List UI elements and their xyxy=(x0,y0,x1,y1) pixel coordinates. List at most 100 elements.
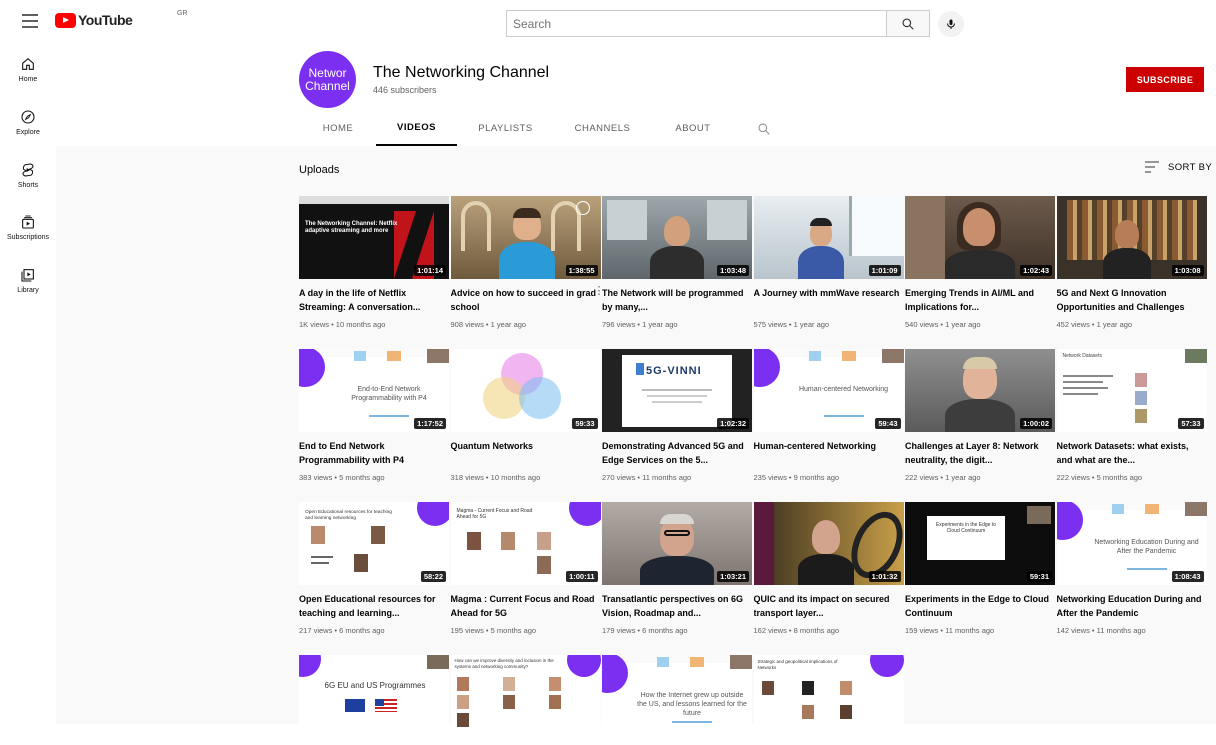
video-metadata: 217 views • 6 months ago xyxy=(299,626,385,635)
video-metadata: 235 views • 9 months ago xyxy=(753,473,840,482)
video-card[interactable]: Network Datasets 57:33 Network Datasets: w… xyxy=(1056,349,1207,489)
sidebar-item-library[interactable]: Library xyxy=(0,267,56,294)
search-bar xyxy=(506,10,930,37)
video-title[interactable]: Advice on how to succeed in grad school xyxy=(451,286,597,314)
video-title[interactable]: Experiments in the Edge to Cloud Continu… xyxy=(905,592,1051,620)
video-title[interactable]: End to End Network Programmability with … xyxy=(299,439,445,467)
video-thumbnail[interactable]: How can we improve diversity and inclusi… xyxy=(450,655,601,738)
video-title[interactable]: Quantum Networks xyxy=(451,439,597,453)
video-card[interactable]: The Networking Channel: Netflix adaptive… xyxy=(299,196,449,336)
video-duration: 59:31 xyxy=(1026,571,1052,582)
video-card[interactable]: 1:00:02 Challenges at Layer 8: Network ne… xyxy=(905,349,1055,489)
video-thumbnail[interactable]: Magma - Current Focus and Road Ahead for… xyxy=(450,502,601,585)
video-card[interactable]: 1:01:09 A Journey with mmWave research 575… xyxy=(753,196,904,336)
search-input[interactable] xyxy=(506,10,886,37)
thumb-caption: Human-centered Networking xyxy=(798,386,889,393)
video-thumbnail[interactable]: The Networking Channel: Netflix adaptive… xyxy=(299,196,449,279)
video-thumbnail[interactable]: 1:38:55 xyxy=(450,196,601,279)
video-title[interactable]: Challenges at Layer 8: Network neutralit… xyxy=(905,439,1051,467)
video-card[interactable]: 1:38:55 Advice on how to succeed in grad … xyxy=(450,196,605,336)
video-title[interactable]: Emerging Trends in AI/ML and Implication… xyxy=(905,286,1051,314)
video-thumbnail[interactable]: Networking Education During and After th… xyxy=(1056,502,1207,585)
logo-region: GR xyxy=(177,10,188,17)
channel-avatar[interactable]: Networ Channel xyxy=(299,51,356,108)
video-card[interactable]: 1:02:43 Emerging Trends in AI/ML and Impl… xyxy=(905,196,1055,336)
video-title[interactable]: A Journey with mmWave research xyxy=(754,286,900,300)
video-card[interactable]: Open Educational resources for teaching … xyxy=(299,502,449,642)
video-thumbnail[interactable]: 59:33 xyxy=(450,349,601,432)
video-card[interactable]: 59:33 Quantum Networks 318 views • 10 mont… xyxy=(450,349,601,489)
video-thumbnail[interactable]: Human-centered Networking 59:43 xyxy=(753,349,904,432)
video-thumbnail[interactable]: End-to-End Network Programmability with … xyxy=(299,349,449,432)
video-duration: 1:01:09 xyxy=(868,265,901,276)
video-thumbnail[interactable]: 1:03:21 xyxy=(602,502,752,585)
video-title[interactable]: QUIC and its impact on secured transport… xyxy=(754,592,900,620)
video-card[interactable]: Experiments in the Edge to Cloud Continu… xyxy=(905,502,1055,642)
sidebar-item-subscriptions[interactable]: Subscriptions xyxy=(0,214,56,241)
sidebar-item-explore[interactable]: Explore xyxy=(0,109,56,136)
video-thumbnail[interactable]: 6G EU and US Programmes xyxy=(299,655,449,738)
video-thumbnail[interactable]: Open Educational resources for teaching … xyxy=(299,502,449,585)
video-metadata: 383 views • 5 months ago xyxy=(299,473,385,482)
video-card[interactable]: 1:03:48 The Network will be programmed by… xyxy=(602,196,752,336)
video-card[interactable]: Networking Education During and After th… xyxy=(1056,502,1207,642)
video-title[interactable]: Magma : Current Focus and Road Ahead for… xyxy=(451,592,597,620)
video-thumbnail[interactable]: 1:00:02 xyxy=(905,349,1055,432)
video-card[interactable]: How can we improve diversity and inclusi… xyxy=(450,655,601,745)
thumb-caption: The Networking Channel: Netflix adaptive… xyxy=(305,221,398,234)
video-card[interactable]: 1:03:21 Transatlantic perspectives on 6G … xyxy=(602,502,752,642)
avatar-text-line2: Channel xyxy=(305,78,350,93)
video-card[interactable]: Strategic and geopolitical implications … xyxy=(753,655,904,745)
video-title[interactable]: Open Educational resources for teaching … xyxy=(299,592,445,620)
video-duration: 1:02:43 xyxy=(1020,265,1052,276)
video-thumbnail[interactable]: 1:03:08 xyxy=(1056,196,1207,279)
video-card[interactable]: How the Internet grew up outside the US,… xyxy=(602,655,752,745)
home-icon xyxy=(22,57,34,70)
video-card[interactable]: Human-centered Networking 59:43 Human-cent… xyxy=(753,349,904,489)
video-metadata: 908 views • 1 year ago xyxy=(450,320,527,329)
video-card[interactable]: 1:03:08 5G and Next G Innovation Opportun… xyxy=(1056,196,1207,336)
sidebar-item-home[interactable]: Home xyxy=(0,56,56,83)
sort-by-button[interactable]: SORT BY xyxy=(1145,161,1212,173)
video-duration: 59:33 xyxy=(572,418,598,429)
thumb-caption: How can we improve diversity and inclusi… xyxy=(454,658,554,669)
video-thumbnail[interactable]: 1:03:48 xyxy=(602,196,752,279)
video-title[interactable]: Networking Education During and After th… xyxy=(1057,592,1203,620)
video-title[interactable]: A day in the life of Netflix Streaming: … xyxy=(299,286,445,314)
video-title[interactable]: Human-centered Networking xyxy=(754,439,900,453)
video-title[interactable]: The Network will be programmed by many,.… xyxy=(602,286,748,314)
video-thumbnail[interactable]: 1:01:32 xyxy=(753,502,904,585)
subscribe-button[interactable]: SUBSCRIBE xyxy=(1126,67,1204,92)
tab-playlists[interactable]: PLAYLISTS xyxy=(457,111,554,146)
tab-about[interactable]: ABOUT xyxy=(651,111,735,146)
tab-videos[interactable]: VIDEOS xyxy=(376,111,457,146)
video-thumbnail[interactable]: Network Datasets 57:33 xyxy=(1056,349,1207,432)
video-card[interactable]: End-to-End Network Programmability with … xyxy=(299,349,449,489)
video-card[interactable]: Magma - Current Focus and Road Ahead for… xyxy=(450,502,601,642)
video-card[interactable]: 5G-VINNI 1:02:32 Demonstrating Advanced 5G… xyxy=(602,349,752,489)
video-title[interactable]: 5G and Next G Innovation Opportunities a… xyxy=(1057,286,1203,314)
search-button[interactable] xyxy=(886,10,930,37)
video-thumbnail[interactable]: 5G-VINNI 1:02:32 xyxy=(602,349,752,432)
video-title[interactable]: Network Datasets: what exists, and what … xyxy=(1057,439,1203,467)
tab-home[interactable]: HOME xyxy=(300,111,376,146)
video-thumbnail[interactable]: How the Internet grew up outside the US,… xyxy=(602,655,752,738)
video-thumbnail[interactable]: Experiments in the Edge to Cloud Continu… xyxy=(905,502,1055,585)
channel-search-button[interactable] xyxy=(757,111,771,146)
video-thumbnail[interactable]: 1:02:43 xyxy=(905,196,1055,279)
youtube-logo[interactable]: YouTube GR xyxy=(55,10,188,28)
video-thumbnail[interactable]: Strategic and geopolitical implications … xyxy=(753,655,904,738)
sidebar-item-shorts[interactable]: Shorts xyxy=(0,162,56,189)
menu-icon[interactable] xyxy=(22,14,38,28)
voice-search-button[interactable] xyxy=(938,11,964,37)
video-duration: 1:01:14 xyxy=(414,265,446,276)
video-title[interactable]: Transatlantic perspectives on 6G Vision,… xyxy=(602,592,748,620)
tab-channels[interactable]: CHANNELS xyxy=(554,111,651,146)
video-title[interactable]: Demonstrating Advanced 5G and Edge Servi… xyxy=(602,439,748,467)
sidebar-item-label: Home xyxy=(18,76,38,83)
video-thumbnail[interactable]: 1:01:09 xyxy=(753,196,904,279)
video-card[interactable]: 6G EU and US Programmes xyxy=(299,655,449,745)
channel-title: The Networking Channel xyxy=(373,64,550,81)
video-metadata: 222 views • 5 months ago xyxy=(1056,473,1143,482)
video-card[interactable]: 1:01:32 QUIC and its impact on secured tr… xyxy=(753,502,904,642)
